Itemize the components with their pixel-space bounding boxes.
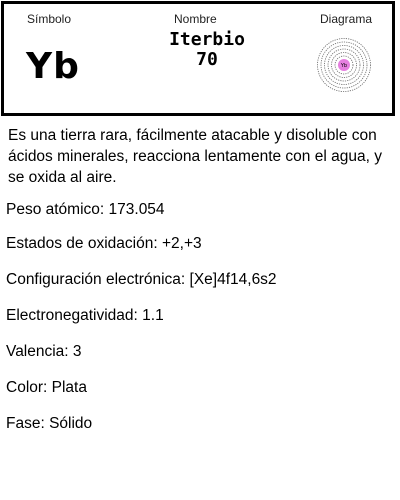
prop-electron-config: Configuración electrónica: [Xe]4f14,6s2 (6, 271, 277, 288)
prop-valence: Valencia: 3 (6, 343, 82, 360)
element-symbol: Yb (26, 46, 80, 87)
element-description: Es una tierra rara, fácilmente atacable … (8, 127, 382, 186)
element-name-block: Iterbio 70 (136, 30, 278, 70)
prop-phase: Fase: Sólido (6, 415, 93, 432)
bohr-diagram: Yb (317, 38, 371, 92)
prop-color: Color: Plata (6, 379, 87, 396)
prop-electronegativity: Electronegatividad: 1.1 (6, 307, 164, 324)
element-info: Es una tierra rara, fácilmente atacable … (6, 125, 396, 432)
element-card: Símbolo Nombre Diagrama Yb Iterbio 70 Yb (1, 1, 395, 116)
name-header: Nombre (174, 12, 217, 26)
diagram-header: Diagrama (320, 12, 373, 26)
prop-oxidation-states: Estados de oxidación: +2,+3 (6, 235, 202, 252)
atomic-number: 70 (196, 49, 218, 70)
nucleus-label: Yb (340, 63, 347, 69)
prop-atomic-weight: Peso atómico: 173.054 (6, 201, 165, 218)
symbol-header: Símbolo (27, 12, 72, 26)
element-name: Iterbio (169, 29, 245, 50)
